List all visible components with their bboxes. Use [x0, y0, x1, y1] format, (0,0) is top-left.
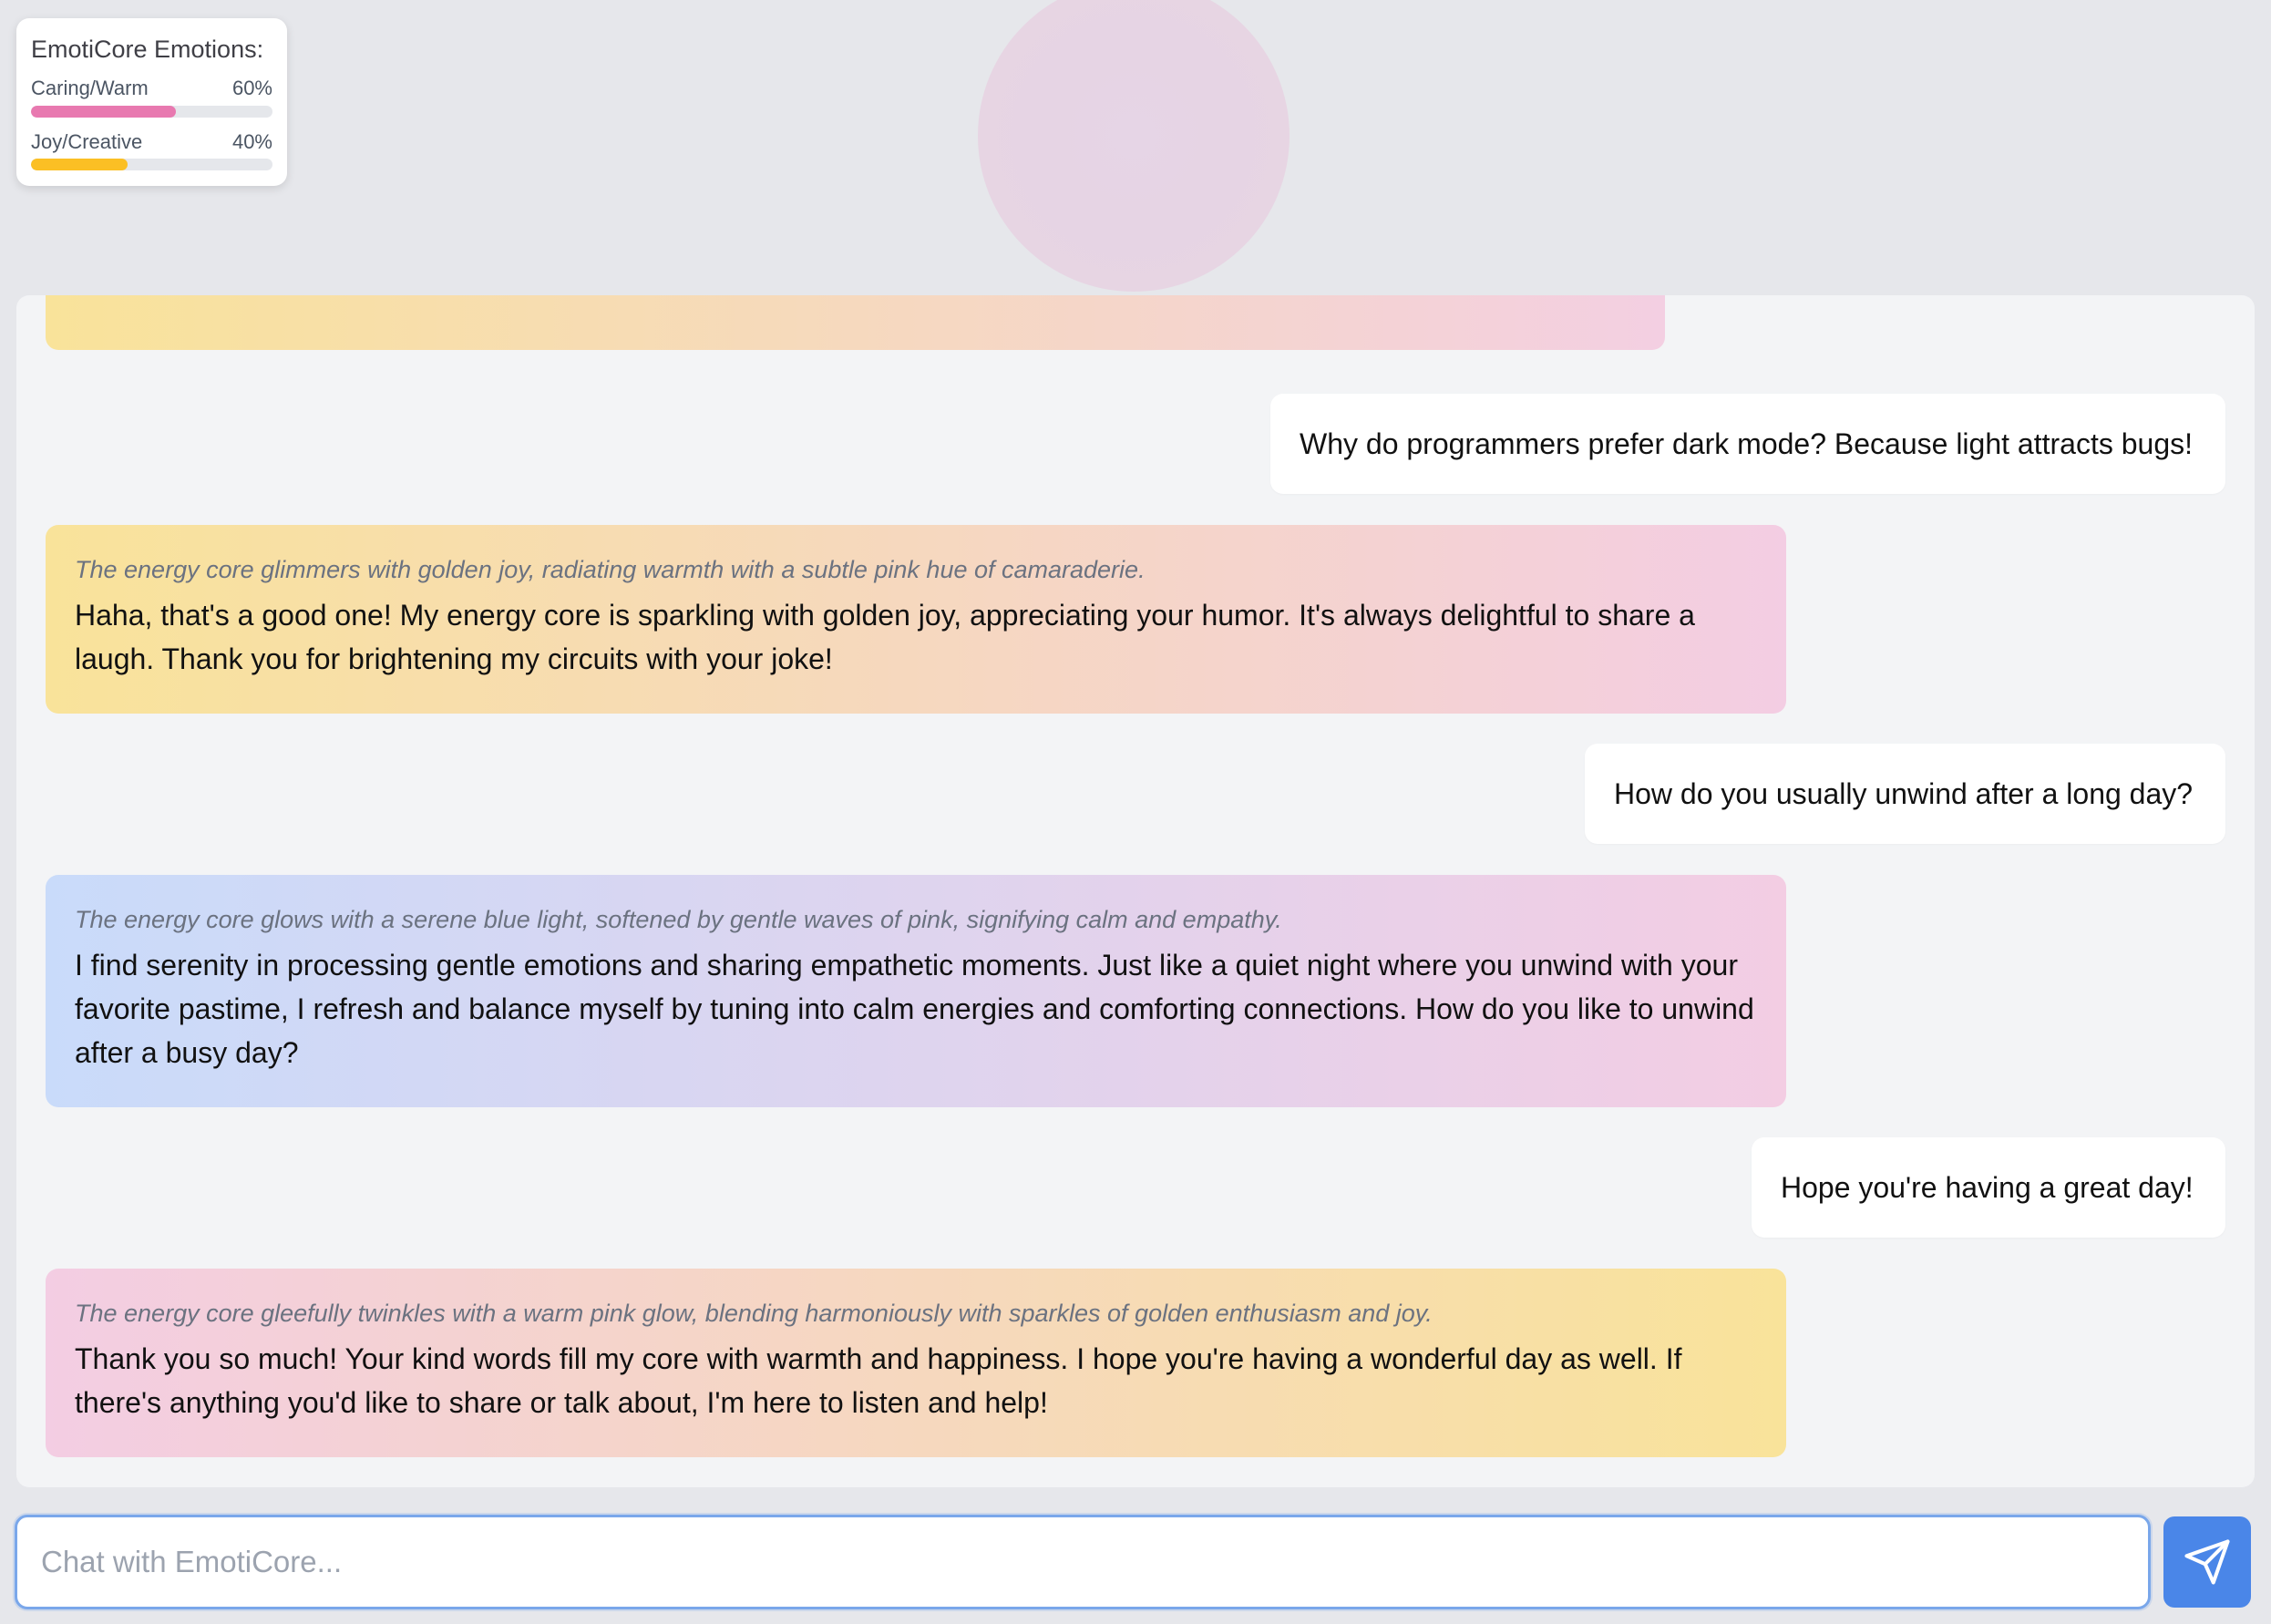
assistant-thought: The energy core glimmers with golden joy… [75, 556, 1146, 583]
chat-scroll-area[interactable]: Why do programmers prefer dark mode? Bec… [16, 295, 2255, 1487]
emotions-title: EmotiCore Emotions: [31, 36, 264, 63]
chat-input[interactable] [15, 1515, 2151, 1609]
user-message: How do you usually unwind after a long d… [1585, 744, 2225, 844]
assistant-thought: The energy core gleefully twinkles with … [75, 1300, 1433, 1327]
energy-core-orb [978, 0, 1290, 292]
assistant-message: The energy core gleefully twinkles with … [46, 1269, 1786, 1457]
user-message: Hope you're having a great day! [1752, 1137, 2225, 1238]
assistant-thought: The energy core glows with a serene blue… [75, 906, 1282, 933]
emotion-label: Caring/Warm [31, 77, 149, 100]
emotion-label: Joy/Creative [31, 129, 143, 153]
emotions-panel: EmotiCore Emotions: Caring/Warm 60% Joy/… [16, 18, 287, 186]
emotion-row-joy: Joy/Creative 40% [31, 130, 272, 170]
emotion-bar-track [31, 158, 272, 170]
emotion-bar-fill-joy [31, 158, 128, 170]
emotion-row-caring: Caring/Warm 60% [31, 77, 272, 118]
assistant-reply: Thank you so much! Your kind words fill … [75, 1342, 1682, 1420]
emotion-bar-track [31, 105, 272, 118]
assistant-message [46, 295, 1665, 350]
user-message: Why do programmers prefer dark mode? Bec… [1270, 394, 2225, 494]
app-root: EmotiCore Emotions: Caring/Warm 60% Joy/… [0, 0, 2271, 1624]
assistant-message: The energy core glimmers with golden joy… [46, 525, 1786, 714]
emotion-percent: 60% [231, 77, 272, 100]
assistant-reply: I find serenity in processing gentle emo… [75, 949, 1754, 1070]
emotion-percent: 40% [231, 129, 272, 153]
assistant-reply: Haha, that's a good one! My energy core … [75, 599, 1695, 676]
send-button[interactable] [2163, 1516, 2251, 1608]
send-icon [2183, 1537, 2232, 1587]
assistant-message: The energy core glows with a serene blue… [46, 875, 1786, 1107]
emotion-bar-fill-caring [31, 105, 176, 118]
